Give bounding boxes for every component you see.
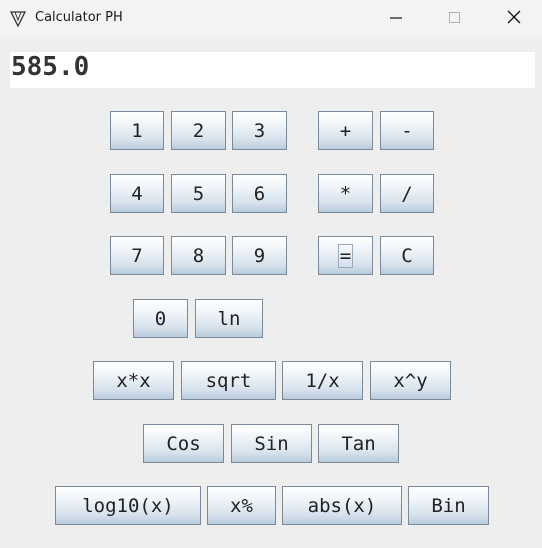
button-label: 1/x	[305, 369, 340, 392]
digit-4-button[interactable]: 4	[110, 174, 164, 213]
button-label: Bin	[431, 494, 466, 517]
button-label: 9	[253, 244, 266, 267]
maximize-icon	[449, 9, 461, 28]
app-logo-icon	[9, 10, 27, 28]
square-button[interactable]: x*x	[93, 361, 174, 400]
digit-5-button[interactable]: 5	[171, 174, 226, 213]
button-label: x^y	[393, 369, 428, 392]
percent-button[interactable]: x%	[207, 486, 276, 525]
clear-button[interactable]: C	[380, 236, 434, 275]
button-label: 2	[192, 119, 205, 142]
divide-button[interactable]: /	[380, 174, 434, 213]
button-label: 7	[131, 244, 143, 267]
button-label: *	[339, 182, 352, 205]
button-label: x*x	[116, 369, 151, 392]
minimize-icon	[390, 9, 402, 28]
power-button[interactable]: x^y	[370, 361, 451, 400]
tan-button[interactable]: Tan	[318, 424, 399, 463]
button-label: 1	[131, 119, 143, 142]
close-button[interactable]	[491, 0, 537, 37]
button-label: x%	[230, 494, 253, 517]
binary-button[interactable]: Bin	[408, 486, 489, 525]
window-title: Calculator PH	[35, 10, 123, 25]
maximize-button[interactable]	[432, 0, 478, 37]
button-label: Cos	[166, 432, 201, 455]
button-label: 5	[192, 182, 205, 205]
button-label: =	[337, 243, 354, 268]
button-label: abs(x)	[307, 494, 377, 517]
button-label: sqrt	[205, 369, 252, 392]
multiply-button[interactable]: *	[318, 174, 373, 213]
digit-9-button[interactable]: 9	[232, 236, 287, 275]
equals-button[interactable]: =	[318, 236, 373, 275]
button-label: Tan	[341, 432, 376, 455]
add-button[interactable]: +	[318, 111, 373, 150]
title-bar: Calculator PH	[0, 0, 542, 37]
button-label: Sin	[254, 432, 289, 455]
button-label: 3	[253, 119, 266, 142]
digit-6-button[interactable]: 6	[232, 174, 287, 213]
minimize-button[interactable]	[373, 0, 419, 37]
button-label: -	[401, 119, 413, 142]
digit-1-button[interactable]: 1	[110, 111, 164, 150]
button-label: C	[401, 244, 413, 267]
button-label: 4	[131, 182, 143, 205]
button-label: /	[401, 182, 413, 205]
button-label: +	[339, 119, 352, 142]
digit-8-button[interactable]: 8	[171, 236, 226, 275]
button-label: 0	[154, 307, 167, 330]
sin-button[interactable]: Sin	[231, 424, 312, 463]
digit-3-button[interactable]: 3	[232, 111, 287, 150]
button-label: ln	[217, 307, 241, 330]
button-label: log10(x)	[82, 494, 174, 517]
result-display: 585.0	[10, 52, 535, 88]
button-label: 8	[192, 244, 205, 267]
subtract-button[interactable]: -	[380, 111, 434, 150]
digit-7-button[interactable]: 7	[110, 236, 164, 275]
cos-button[interactable]: Cos	[143, 424, 224, 463]
abs-button[interactable]: abs(x)	[282, 486, 402, 525]
ln-button[interactable]: ln	[195, 299, 263, 338]
log10-button[interactable]: log10(x)	[55, 486, 201, 525]
reciprocal-button[interactable]: 1/x	[282, 361, 363, 400]
close-icon	[507, 9, 521, 28]
digit-0-button[interactable]: 0	[133, 299, 188, 338]
digit-2-button[interactable]: 2	[171, 111, 226, 150]
button-label: 6	[253, 182, 266, 205]
sqrt-button[interactable]: sqrt	[181, 361, 276, 400]
